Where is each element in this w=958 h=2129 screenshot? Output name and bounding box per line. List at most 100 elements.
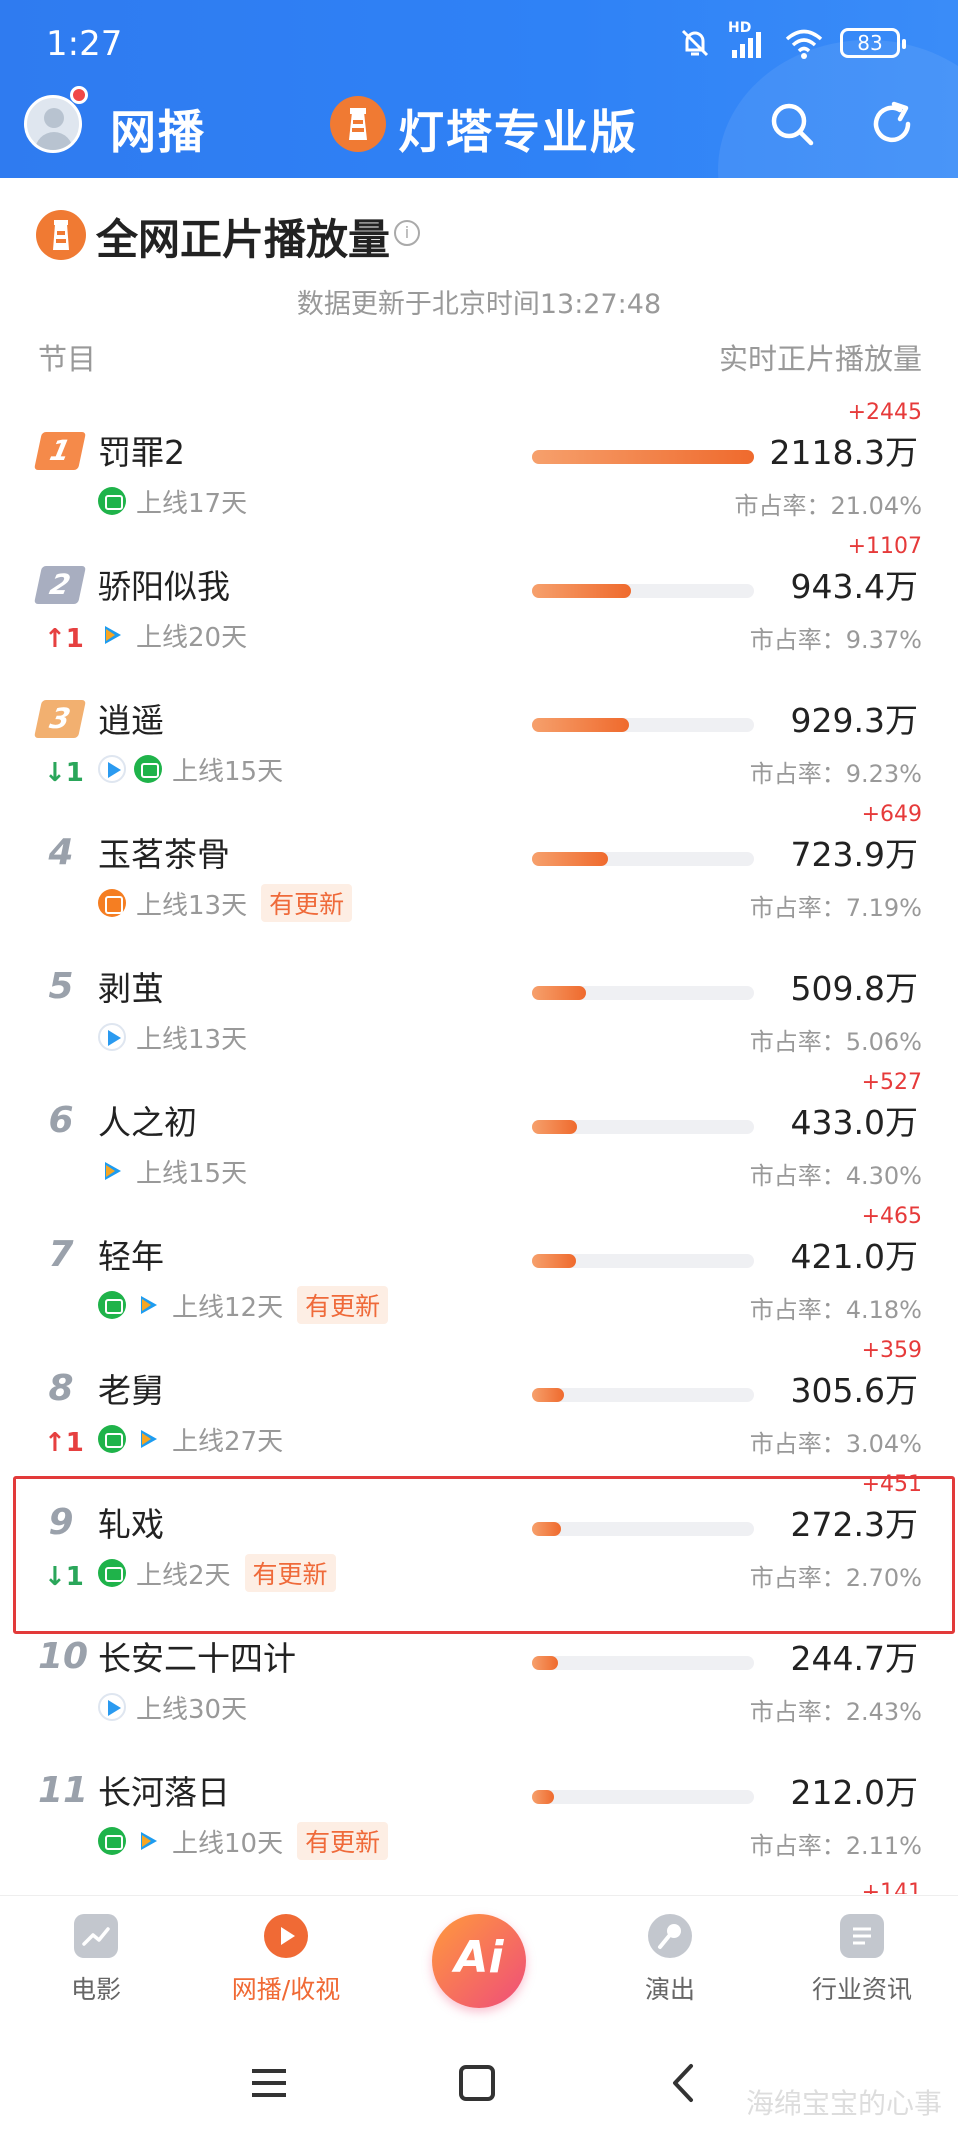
program-meta: 上线15天	[98, 752, 284, 787]
update-tag: 有更新	[297, 1822, 389, 1860]
share-bar-fill	[532, 1790, 555, 1804]
ranking-row[interactable]: 7 轻年 上线12天 有更新 +465 421.0万 市占率：4.18%	[0, 1204, 958, 1350]
microphone-icon	[648, 1914, 692, 1958]
online-days: 上线15天	[172, 756, 284, 787]
section-title[interactable]: 网播	[110, 96, 206, 162]
play-delta: +527	[861, 1070, 922, 1095]
rank-badge: 3	[33, 700, 87, 738]
info-icon[interactable]: i	[394, 220, 420, 246]
share-bar-fill	[532, 852, 608, 866]
ranking-row[interactable]: 1 罚罪2 上线17天 +2445 2118.3万 市占率：21.04%	[0, 400, 958, 546]
rank-number: 4	[48, 832, 74, 873]
program-title: 罚罪2	[98, 433, 185, 472]
program-meta: 上线12天 有更新	[98, 1286, 389, 1324]
play-count: 943.4万	[790, 567, 918, 606]
status-icons: HD 83	[678, 20, 906, 60]
program-meta: 上线13天	[98, 1020, 247, 1055]
tencent-icon	[134, 1827, 162, 1855]
bottom-nav: 电影 网播/收视 Ai 演出 行业资讯	[0, 1895, 958, 2035]
share-bar-fill	[532, 1656, 558, 1670]
ai-assistant-button[interactable]: Ai	[432, 1914, 526, 2008]
rank-change: ↑1	[44, 1428, 84, 1458]
tencent-icon	[134, 1425, 162, 1453]
program-title: 骄阳似我	[98, 567, 230, 606]
ranking-row[interactable]: 10 长安二十四计 上线30天 244.7万 市占率：2.43%	[0, 1618, 958, 1752]
column-header-metric[interactable]: 实时正片播放量	[719, 336, 922, 378]
program-meta: 上线27天	[98, 1422, 283, 1457]
rank-number: 6	[48, 1100, 74, 1141]
signal-icon: HD	[728, 20, 768, 60]
market-share: 市占率：4.30%	[749, 1162, 922, 1190]
program-title: 逍遥	[98, 701, 164, 740]
share-bar	[532, 1790, 754, 1804]
program-meta: 上线10天 有更新	[98, 1822, 389, 1860]
notification-dot	[70, 86, 88, 104]
ranking-row[interactable]: 11 长河落日 上线10天 有更新 212.0万 市占率：2.11%	[0, 1752, 958, 1886]
column-header-program: 节目	[38, 342, 97, 376]
document-icon	[840, 1914, 884, 1958]
market-share: 市占率：7.19%	[749, 894, 922, 922]
nav-item-movie[interactable]: 电影	[26, 1914, 166, 2006]
play-count: 212.0万	[790, 1773, 918, 1812]
program-meta: 上线30天	[98, 1690, 248, 1725]
play-count: 509.8万	[790, 969, 918, 1008]
ranking-row[interactable]: 3 ↓1 逍遥 上线15天 929.3万 市占率：9.23%	[0, 680, 958, 814]
menu-icon[interactable]	[244, 2058, 294, 2108]
ranking-row[interactable]: 2 ↑1 骄阳似我 上线20天 +1107 943.4万 市占率：9.37%	[0, 534, 958, 680]
share-bar-fill	[532, 1120, 578, 1134]
play-delta: +1107	[847, 534, 922, 559]
market-share: 市占率：21.04%	[734, 492, 922, 520]
search-icon[interactable]	[764, 96, 820, 152]
ranking-row[interactable]: 5 剥茧 上线13天 509.8万 市占率：5.06%	[0, 948, 958, 1082]
share-bar	[532, 1388, 754, 1402]
market-share: 市占率：9.37%	[749, 626, 922, 654]
play-count: 433.0万	[790, 1103, 918, 1142]
market-share: 市占率：5.06%	[749, 1028, 922, 1056]
iqiyi-icon	[98, 1827, 126, 1855]
page-title: 全网正片播放量	[96, 215, 391, 264]
share-bar	[532, 1656, 754, 1670]
iqiyi-icon	[134, 755, 162, 783]
network-label: HD	[728, 20, 752, 36]
youku-icon	[98, 1023, 126, 1051]
ranking-row[interactable]: 4 玉茗茶骨 上线13天 有更新 +649 723.9万 市占率：7.19%	[0, 802, 958, 948]
program-title: 人之初	[98, 1103, 197, 1142]
rank-change: ↓1	[44, 758, 84, 788]
program-title: 长河落日	[98, 1773, 230, 1812]
play-delta: +649	[861, 802, 922, 827]
youku-icon	[98, 1693, 126, 1721]
home-icon[interactable]	[452, 2058, 502, 2108]
nav-label: 演出	[644, 1975, 695, 2004]
refresh-icon[interactable]	[864, 96, 920, 152]
play-count: 723.9万	[790, 835, 918, 874]
play-count: 244.7万	[790, 1639, 918, 1678]
share-bar	[532, 1254, 754, 1268]
share-bar-fill	[532, 1254, 577, 1268]
ranking-row[interactable]: 8 ↑1 老舅 上线27天 +359 305.6万 市占率：3.04%	[0, 1338, 958, 1484]
update-time: 数据更新于北京时间13:27:48	[296, 289, 662, 320]
rank-badge: 1	[33, 432, 87, 470]
brand-name: 灯塔专业版	[398, 105, 638, 159]
status-time: 1:27	[46, 24, 123, 64]
share-bar	[532, 1120, 754, 1134]
play-delta: +359	[861, 1338, 922, 1363]
iqiyi-icon	[98, 1291, 126, 1319]
online-days: 上线17天	[136, 488, 248, 519]
market-share: 市占率：3.04%	[749, 1430, 922, 1458]
user-avatar[interactable]	[24, 95, 82, 153]
back-icon[interactable]	[660, 2058, 710, 2108]
online-days: 上线12天	[172, 1292, 284, 1323]
nav-item-news[interactable]: 行业资讯	[792, 1914, 932, 2006]
nav-item-webplay[interactable]: 网播/收视	[216, 1914, 356, 2006]
online-days: 上线20天	[136, 622, 248, 653]
iqiyi-icon	[98, 1425, 126, 1453]
program-meta: 上线17天	[98, 484, 248, 519]
ranking-row[interactable]: 6 人之初 上线15天 +527 433.0万 市占率：4.30%	[0, 1070, 958, 1216]
share-bar	[532, 584, 754, 598]
rank-number: 5	[48, 966, 74, 1007]
program-meta: 上线13天 有更新	[98, 884, 353, 922]
rank-number: 8	[48, 1368, 74, 1409]
mgtv-icon	[98, 889, 126, 917]
online-days: 上线30天	[136, 1694, 248, 1725]
nav-item-show[interactable]: 演出	[600, 1914, 740, 2006]
